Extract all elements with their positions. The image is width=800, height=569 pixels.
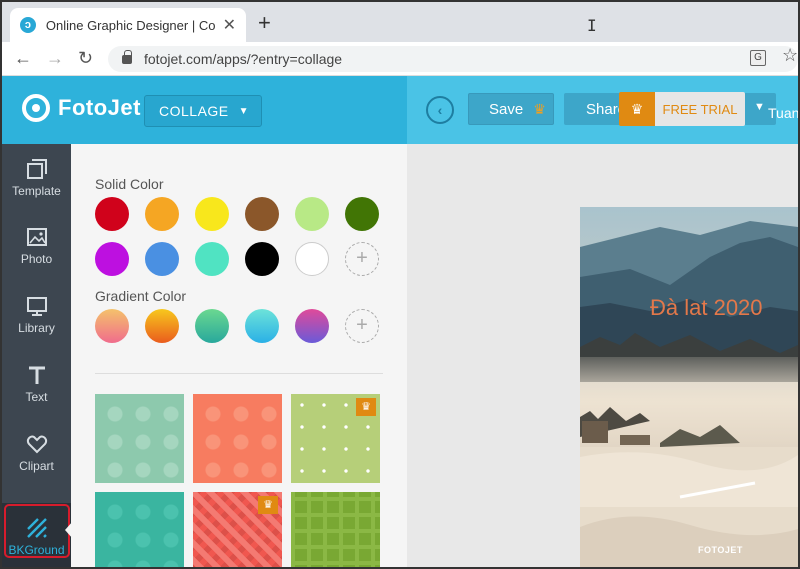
canvas-area: Đà lat 2020 FOTOJET [407, 144, 798, 567]
solid-color-swatch[interactable] [295, 197, 329, 231]
caret-down-icon: ▼ [238, 106, 249, 117]
background-pattern-tile[interactable] [95, 492, 184, 567]
gradient-color-swatch[interactable] [145, 309, 179, 343]
crown-icon: ♛ [258, 496, 278, 514]
sidebar-item-label: Clipart [19, 459, 54, 473]
translate-icon[interactable]: G [750, 50, 766, 66]
gradient-color-swatch[interactable] [295, 309, 329, 343]
close-tab-icon[interactable]: ✕ [223, 15, 236, 35]
logo-text: FotoJet [58, 95, 141, 120]
template-icon [26, 159, 47, 179]
gradient-color-swatch[interactable] [245, 309, 279, 343]
sidebar-item-template[interactable]: Template [2, 144, 71, 212]
background-pattern-tile[interactable]: ♛ [193, 492, 282, 567]
mode-dropdown[interactable]: COLLAGE ▼ [144, 95, 262, 127]
crown-icon: ♛ [533, 100, 546, 117]
free-trial-label: FREE TRIAL [655, 92, 745, 126]
solid-color-swatch[interactable] [195, 242, 229, 276]
share-dropdown-caret-icon[interactable]: ▼ [754, 101, 765, 113]
solid-color-swatch[interactable] [245, 197, 279, 231]
solid-color-swatch[interactable] [145, 242, 179, 276]
background-pattern-tile[interactable]: ♛ [291, 394, 380, 483]
fotojet-favicon-icon: ↄ [20, 17, 36, 33]
sidebar-item-label: Photo [20, 252, 53, 266]
sidebar-item-library[interactable]: Library [2, 281, 71, 349]
sidebar-item-label: Template [12, 184, 61, 198]
browser-toolbar: ← → ↻ fotojet.com/apps/?entry=collage G … [2, 42, 798, 76]
sidebar-item-label: Library [18, 321, 55, 335]
url-text: fotojet.com/apps/?entry=collage [144, 51, 343, 67]
forward-icon[interactable]: → [46, 48, 64, 69]
background-panel: Solid Color + Gradient Color + ♛ ♛ [71, 144, 407, 567]
crown-icon: ♛ [619, 92, 655, 126]
mode-dropdown-label: COLLAGE [159, 103, 229, 119]
app-header: FotoJet COLLAGE ▼ ‹ Save ♛ Share ♛ FREE … [2, 76, 798, 144]
gradient-color-swatch[interactable] [195, 309, 229, 343]
crown-icon: ♛ [356, 398, 376, 416]
gradient-color-swatch[interactable] [95, 309, 129, 343]
add-solid-color-button[interactable]: + [345, 242, 379, 276]
text-cursor-icon: I [587, 16, 597, 35]
text-icon [28, 366, 45, 384]
fotojet-watermark: FOTOJET [698, 545, 743, 555]
back-icon[interactable]: ← [14, 48, 32, 69]
address-bar[interactable]: fotojet.com/apps/?entry=collage [108, 46, 798, 72]
user-name[interactable]: Tuan [768, 105, 798, 121]
solid-color-swatch[interactable] [295, 242, 329, 276]
solid-color-swatch[interactable] [145, 197, 179, 231]
free-trial-button[interactable]: ♛ FREE TRIAL [619, 92, 745, 126]
logo-icon [22, 94, 50, 122]
reload-icon[interactable]: ↻ [78, 48, 93, 69]
background-pattern-tile[interactable] [193, 394, 282, 483]
app-window: ↄ Online Graphic Designer | Collage ✕ + … [0, 0, 800, 569]
background-pattern-tile[interactable] [291, 492, 380, 567]
solid-color-heading: Solid Color [95, 176, 164, 192]
lock-icon [122, 49, 132, 64]
library-icon [26, 297, 47, 316]
bookmark-star-icon[interactable]: ☆ [782, 45, 798, 66]
solid-color-swatch[interactable] [95, 197, 129, 231]
photo-icon [26, 228, 47, 246]
new-tab-button[interactable]: + [258, 10, 271, 36]
collage-photo[interactable]: Đà lat 2020 FOTOJET [580, 207, 798, 567]
gradient-color-heading: Gradient Color [95, 288, 187, 304]
add-gradient-color-button[interactable]: + [345, 309, 379, 343]
solid-color-swatch[interactable] [245, 242, 279, 276]
sidebar-item-clipart[interactable]: Clipart [2, 419, 71, 487]
misty-hills-photo [580, 207, 798, 567]
solid-color-swatch[interactable] [195, 197, 229, 231]
photo-caption[interactable]: Đà lat 2020 [650, 295, 763, 321]
sidebar-item-photo[interactable]: Photo [2, 212, 71, 280]
save-button[interactable]: Save ♛ [468, 93, 554, 125]
heart-icon [26, 435, 47, 454]
sidebar-item-label: Text [25, 390, 48, 404]
save-button-label: Save [489, 100, 524, 118]
active-item-highlight [4, 504, 70, 558]
panel-divider [95, 373, 383, 374]
tab-title: Online Graphic Designer | Collage [45, 17, 215, 33]
fotojet-logo[interactable]: FotoJet [22, 94, 141, 122]
background-pattern-tile[interactable] [95, 394, 184, 483]
back-circle-icon[interactable]: ‹ [426, 96, 454, 124]
solid-color-swatch[interactable] [345, 197, 379, 231]
solid-color-swatch[interactable] [95, 242, 129, 276]
browser-tab[interactable]: ↄ Online Graphic Designer | Collage ✕ [10, 8, 246, 42]
browser-tab-strip: ↄ Online Graphic Designer | Collage ✕ + [2, 2, 798, 42]
sidebar-item-text[interactable]: Text [2, 350, 71, 418]
